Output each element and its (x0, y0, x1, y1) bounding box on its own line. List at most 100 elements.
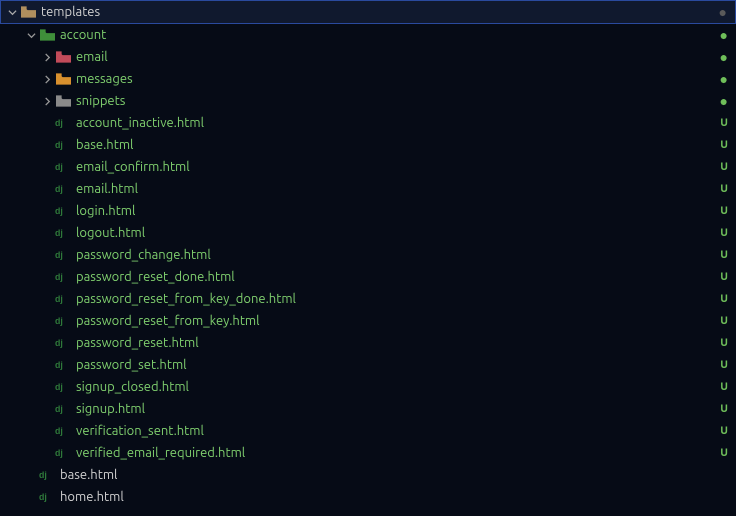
tree-row[interactable]: dj base.html U (0, 134, 736, 156)
svg-text:dj: dj (55, 206, 63, 216)
django-file-icon: dj (54, 227, 72, 239)
git-status-dot: ● (720, 90, 728, 112)
svg-text:dj: dj (55, 382, 63, 392)
django-file-icon: dj (54, 183, 72, 195)
svg-text:dj: dj (55, 272, 63, 282)
django-file-icon: dj (38, 469, 56, 481)
chevron-down-icon[interactable] (24, 31, 38, 40)
tree-item-label: email_confirm.html (76, 156, 190, 178)
folder-orange-icon (54, 73, 72, 85)
svg-text:dj: dj (55, 360, 63, 370)
tree-item-label: signup_closed.html (76, 376, 189, 398)
tree-item-label: password_reset_done.html (76, 266, 235, 288)
folder-root-icon (19, 6, 37, 18)
tree-row[interactable]: djhome.html (0, 486, 736, 508)
git-status-untracked: U (720, 288, 728, 310)
svg-text:dj: dj (55, 140, 63, 150)
tree-item-label: verified_email_required.html (76, 442, 245, 464)
tree-row[interactable]: dj signup_closed.html U (0, 376, 736, 398)
git-status-untracked: U (720, 266, 728, 288)
django-file-icon: dj (54, 403, 72, 415)
tree-root-row[interactable]: templates ● (0, 0, 736, 24)
tree-row[interactable]: djemail_confirm.htmlU (0, 156, 736, 178)
git-status-untracked: U (720, 178, 728, 200)
svg-text:dj: dj (55, 118, 63, 128)
tree-row[interactable]: dj password_set.html U (0, 354, 736, 376)
chevron-down-icon[interactable] (5, 8, 19, 17)
tree-item-label: email.html (76, 178, 138, 200)
tree-row[interactable]: dj signup.html U (0, 398, 736, 420)
svg-text:dj: dj (39, 470, 47, 480)
tree-item-label: account_inactive.html (76, 112, 204, 134)
django-file-icon: dj (54, 425, 72, 437)
tree-row[interactable]: dj verification_sent.html U (0, 420, 736, 442)
tree-row[interactable]: email ● (0, 46, 736, 68)
git-status-untracked: U (720, 310, 728, 332)
git-status-untracked: U (720, 420, 728, 442)
tree-item-label: password_reset_from_key_done.html (76, 288, 296, 310)
chevron-right-icon[interactable] (40, 75, 54, 84)
django-file-icon: dj (54, 337, 72, 349)
git-status-untracked: U (720, 244, 728, 266)
tree-row[interactable]: djpassword_reset_from_key.htmlU (0, 310, 736, 332)
git-status-dot: ● (720, 24, 728, 46)
tree-item-label: password_set.html (76, 354, 187, 376)
folder-red-icon (54, 51, 72, 63)
django-file-icon: dj (54, 381, 72, 393)
tree-row[interactable]: dj password_reset_from_key_done.html U (0, 288, 736, 310)
django-file-icon: dj (54, 447, 72, 459)
tree-item-label: messages (76, 68, 133, 90)
chevron-right-icon[interactable] (40, 97, 54, 106)
django-file-icon: dj (54, 139, 72, 151)
django-file-icon: dj (54, 359, 72, 371)
tree-item-label: base.html (76, 134, 133, 156)
tree-item-label: snippets (76, 90, 125, 112)
tree-row[interactable]: dj account_inactive.html U (0, 112, 736, 134)
tree-row[interactable]: djbase.html (0, 464, 736, 486)
tree-item-label: account (60, 24, 106, 46)
tree-row[interactable]: messages ● (0, 68, 736, 90)
django-file-icon: dj (38, 491, 56, 503)
svg-text:dj: dj (55, 404, 63, 414)
django-file-icon: dj (54, 249, 72, 261)
git-status-untracked: U (720, 376, 728, 398)
tree-row[interactable]: dj password_change.html U (0, 244, 736, 266)
file-tree: templates ● account●email●messages●snipp… (0, 0, 736, 508)
tree-item-label: email (76, 46, 108, 68)
django-file-icon: dj (54, 161, 72, 173)
svg-text:dj: dj (55, 250, 63, 260)
folder-green-icon (38, 29, 56, 41)
django-file-icon: dj (54, 293, 72, 305)
git-status-untracked: U (720, 222, 728, 244)
tree-row[interactable]: snippets ● (0, 90, 736, 112)
tree-row[interactable]: djlogin.htmlU (0, 200, 736, 222)
svg-text:dj: dj (55, 184, 63, 194)
tree-item-label: password_reset.html (76, 332, 199, 354)
git-status-untracked: U (720, 112, 728, 134)
tree-item-label: verification_sent.html (76, 420, 204, 442)
svg-text:dj: dj (39, 492, 47, 502)
tree-item-label: password_change.html (76, 244, 211, 266)
svg-text:dj: dj (55, 338, 63, 348)
tree-row[interactable]: dj password_reset.html U (0, 332, 736, 354)
svg-text:dj: dj (55, 294, 63, 304)
tree-item-label: signup.html (76, 398, 145, 420)
tree-row[interactable]: dj logout.html U (0, 222, 736, 244)
git-status-dot: ● (720, 46, 728, 68)
svg-text:dj: dj (55, 162, 63, 172)
tree-item-label: logout.html (76, 222, 145, 244)
tree-row[interactable]: dj email.html U (0, 178, 736, 200)
django-file-icon: dj (54, 271, 72, 283)
git-status-dot: ● (720, 68, 728, 90)
status-indicator: ● (719, 1, 727, 23)
git-status-untracked: U (720, 134, 728, 156)
tree-row[interactable]: account ● (0, 24, 736, 46)
tree-item-label: login.html (76, 200, 135, 222)
tree-row[interactable]: djverified_email_required.htmlU (0, 442, 736, 464)
tree-root-label: templates (41, 1, 100, 23)
tree-row[interactable]: dj password_reset_done.html U (0, 266, 736, 288)
git-status-untracked: U (720, 354, 728, 376)
git-status-untracked: U (720, 332, 728, 354)
git-status-untracked: U (720, 398, 728, 420)
chevron-right-icon[interactable] (40, 53, 54, 62)
